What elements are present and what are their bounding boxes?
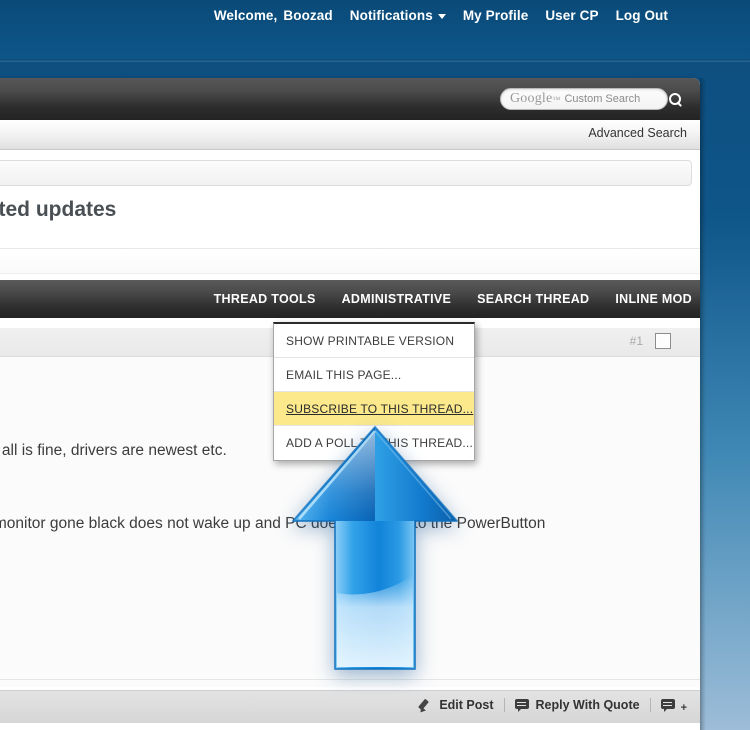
reply-with-quote-button[interactable]: Reply With Quote xyxy=(514,698,640,712)
breadcrumb xyxy=(0,160,692,186)
google-logo-tm: ™ xyxy=(552,94,561,104)
multi-quote-button[interactable]: + xyxy=(660,698,688,714)
welcome-label: Welcome, xyxy=(213,8,278,23)
menu-item-show-printable-version[interactable]: SHOW PRINTABLE VERSION xyxy=(274,324,474,358)
menu-item-label: SUBSCRIBE TO THIS THREAD... xyxy=(286,401,474,416)
thread-toolbar: THREAD TOOLS ADMINISTRATIVE SEARCH THREA… xyxy=(0,280,700,318)
chevron-down-icon xyxy=(437,14,446,19)
panel-divider xyxy=(0,248,700,274)
search-input[interactable]: Google ™ Custom Search xyxy=(500,88,668,110)
action-divider-1 xyxy=(503,698,505,712)
advanced-search-band: Advanced Search xyxy=(0,120,700,150)
screenshot-root: Welcome, Boozad Notifications My Profile… xyxy=(0,0,750,730)
topbar-divider xyxy=(0,59,750,62)
post-paragraph-2: unning. The monitor gone black does not … xyxy=(0,515,546,532)
action-divider-2 xyxy=(649,698,651,712)
post-select-checkbox[interactable] xyxy=(655,333,671,349)
pencil-icon xyxy=(417,698,433,714)
user-nav-links: Welcome, Boozad Notifications My Profile… xyxy=(214,8,668,23)
menu-item-subscribe-to-this-thread[interactable]: SUBSCRIBE TO THIS THREAD... xyxy=(274,392,474,426)
welcome-greeting: Welcome, Boozad xyxy=(214,8,333,23)
advanced-search-link[interactable]: Advanced Search xyxy=(588,126,687,140)
post-footer-bar: Edit Post Reply With Quote + xyxy=(0,690,700,724)
google-logo: Google xyxy=(510,91,553,106)
post-actions: Edit Post Reply With Quote + xyxy=(417,698,688,714)
edit-post-label: Edit Post xyxy=(439,698,494,712)
notifications-menu[interactable]: Notifications xyxy=(350,8,446,23)
page-right-shadow xyxy=(700,78,706,730)
reply-with-quote-label: Reply With Quote xyxy=(535,698,640,712)
speech-bubble-plus-icon xyxy=(660,698,676,712)
user-cp-link[interactable]: User CP xyxy=(545,8,598,23)
thread-toolbar-links: THREAD TOOLS ADMINISTRATIVE SEARCH THREA… xyxy=(214,292,692,306)
log-out-link[interactable]: Log Out xyxy=(616,8,668,23)
multi-quote-plus-label: + xyxy=(680,702,687,714)
post-paragraph-1: g keyboard... all is fine, drivers are n… xyxy=(0,442,227,459)
search-placeholder-text: Custom Search xyxy=(564,93,641,105)
tab-search-thread[interactable]: SEARCH THREAD xyxy=(477,292,589,306)
menu-item-add-a-poll-to-this-thread[interactable]: ADD A POLL TO THIS THREAD... xyxy=(274,426,474,460)
search-button[interactable] xyxy=(664,87,686,111)
post-inner-divider xyxy=(0,679,700,680)
notifications-label: Notifications xyxy=(349,8,433,23)
username-label: Boozad xyxy=(283,8,333,23)
tab-inline-mod[interactable]: INLINE MOD xyxy=(615,292,692,306)
site-header-band: Google ™ Custom Search xyxy=(0,78,700,120)
thread-tools-dropdown: SHOW PRINTABLE VERSION EMAIL THIS PAGE..… xyxy=(273,322,475,461)
user-nav-bar: Welcome, Boozad Notifications My Profile… xyxy=(0,0,750,62)
tab-administrative[interactable]: ADMINISTRATIVE xyxy=(342,292,452,306)
my-profile-link[interactable]: My Profile xyxy=(463,8,529,23)
thread-title-area: nated updates xyxy=(0,186,700,248)
menu-item-label: EMAIL THIS PAGE... xyxy=(286,367,402,382)
search-area: Google ™ Custom Search xyxy=(500,87,686,111)
menu-item-email-this-page[interactable]: EMAIL THIS PAGE... xyxy=(274,358,474,392)
menu-item-label: ADD A POLL TO THIS THREAD... xyxy=(286,436,473,450)
search-icon xyxy=(668,92,682,108)
speech-bubble-icon xyxy=(514,698,530,712)
tab-thread-tools[interactable]: THREAD TOOLS xyxy=(214,292,316,306)
edit-post-button[interactable]: Edit Post xyxy=(417,698,494,714)
post-number: #1 xyxy=(629,334,643,348)
menu-item-label: SHOW PRINTABLE VERSION xyxy=(286,333,455,348)
page-title: nated updates xyxy=(0,198,117,221)
